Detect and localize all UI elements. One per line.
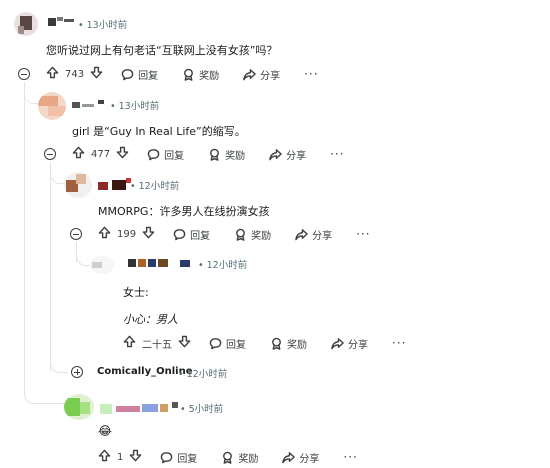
username-redacted[interactable] <box>48 18 56 26</box>
share-icon <box>269 148 282 160</box>
share-button[interactable]: 分享 <box>243 67 280 82</box>
reply-icon <box>209 337 222 349</box>
vote-count: 199 <box>117 228 137 240</box>
comment-actions: 477 回复 奖励 分享 ··· <box>72 145 345 163</box>
username-redacted[interactable] <box>72 102 80 108</box>
comment-text: girl 是“Guy In Real Life”的缩写。 <box>72 125 246 138</box>
comment-actions: 743 回复 奖励 分享 ··· <box>46 65 319 83</box>
comment-actions: 二十五 回复 奖励 分享 ··· <box>123 334 406 352</box>
award-icon <box>272 337 281 350</box>
timestamp: • 12小时前 <box>178 369 228 380</box>
award-button[interactable]: 奖励 <box>234 227 271 242</box>
comment-actions: 199 回复 奖励 分享 ··· <box>98 225 371 243</box>
share-icon <box>295 228 308 240</box>
timestamp: • 12小时前 <box>198 260 248 271</box>
thread-line <box>50 162 51 372</box>
reply-button[interactable]: 回复 <box>121 67 158 82</box>
collapse-button[interactable] <box>44 148 56 160</box>
vote-count: 二十五 <box>142 339 172 351</box>
award-button[interactable]: 奖励 <box>270 336 307 351</box>
timestamp: • 13小时前 <box>110 101 160 112</box>
more-options-button[interactable]: ··· <box>343 450 357 464</box>
reply-button[interactable]: 回复 <box>160 450 197 465</box>
username-redacted[interactable] <box>100 404 112 414</box>
avatar[interactable] <box>90 256 114 274</box>
share-button[interactable]: 分享 <box>269 147 306 162</box>
award-icon <box>236 228 246 241</box>
reply-button[interactable]: 回复 <box>147 147 184 162</box>
more-options-button[interactable]: ··· <box>356 227 370 241</box>
downvote-icon[interactable] <box>142 226 155 242</box>
username-redacted[interactable] <box>128 259 136 267</box>
reply-icon <box>173 228 186 240</box>
share-icon <box>243 68 256 80</box>
thread-elbow <box>24 372 64 404</box>
reply-icon <box>147 148 160 160</box>
comment-text: 女士: <box>123 286 149 299</box>
thread-elbow <box>24 82 38 104</box>
comment-actions: 1 回复 奖励 分享 ··· <box>98 448 358 466</box>
reply-icon <box>161 451 173 463</box>
comment-text: 您听说过网上有句老话“互联网上没有女孩”吗？ <box>46 44 278 57</box>
expand-button[interactable] <box>71 366 83 378</box>
avatar[interactable] <box>38 92 66 120</box>
award-icon <box>210 148 220 161</box>
comment-text: MMORPG：许多男人在线扮演女孩 <box>98 205 270 218</box>
upvote-icon[interactable] <box>72 146 85 162</box>
username-redacted[interactable] <box>98 182 108 190</box>
downvote-icon[interactable] <box>90 66 103 82</box>
share-button[interactable]: 分享 <box>295 227 332 242</box>
more-options-button[interactable]: ··· <box>304 67 318 81</box>
timestamp: • 13小时前 <box>78 20 128 31</box>
avatar[interactable] <box>14 12 38 36</box>
downvote-icon[interactable] <box>129 449 142 465</box>
upvote-icon[interactable] <box>123 335 136 351</box>
downvote-icon[interactable] <box>178 335 191 351</box>
vote-count: 743 <box>65 68 85 80</box>
downvote-icon[interactable] <box>116 146 129 162</box>
thread-elbow <box>50 345 68 373</box>
upvote-icon[interactable] <box>98 449 111 465</box>
reply-button[interactable]: 回复 <box>209 336 246 351</box>
award-icon <box>223 451 233 464</box>
more-options-button[interactable]: ··· <box>392 336 406 350</box>
award-button[interactable]: 奖励 <box>208 147 245 162</box>
collapse-button[interactable] <box>70 228 82 240</box>
award-button[interactable]: 奖励 <box>221 450 258 465</box>
share-button[interactable]: 分享 <box>331 336 368 351</box>
share-button[interactable]: 分享 <box>282 450 319 465</box>
share-icon <box>331 337 344 349</box>
more-options-button[interactable]: ··· <box>330 147 344 161</box>
upvote-icon[interactable] <box>98 226 111 242</box>
collapse-button[interactable] <box>18 68 30 80</box>
reply-button[interactable]: 回复 <box>173 227 210 242</box>
timestamp: • 5小时前 <box>180 404 224 415</box>
reply-icon <box>121 68 134 80</box>
timestamp: • 12小时前 <box>130 181 180 192</box>
award-icon <box>184 68 194 81</box>
emoji: 😂 <box>98 424 113 438</box>
avatar[interactable] <box>64 394 94 420</box>
award-button[interactable]: 奖励 <box>182 67 219 82</box>
vote-count: 477 <box>91 148 111 160</box>
avatar[interactable] <box>64 172 92 198</box>
comment-text: 小心：男人 <box>123 313 178 326</box>
thread-line <box>24 82 25 372</box>
upvote-icon[interactable] <box>46 66 59 82</box>
vote-count: 1 <box>117 451 124 463</box>
share-icon <box>282 451 296 463</box>
